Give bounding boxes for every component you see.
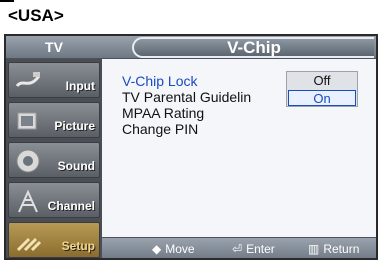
menu-title: V-Chip xyxy=(132,37,374,58)
menu-item-vchip-lock[interactable]: V-Chip Lock xyxy=(122,73,274,89)
sidebar-item-setup[interactable]: Setup xyxy=(8,222,100,258)
sidebar-item-label: Sound xyxy=(57,159,95,173)
speaker-icon xyxy=(16,149,40,173)
hint-move: ◆ Move xyxy=(152,242,195,256)
hint-label: Move xyxy=(165,242,195,256)
sidebar-item-channel[interactable]: Channel xyxy=(8,182,100,218)
hint-label: Return xyxy=(323,242,360,256)
sidebar-item-label: Setup xyxy=(61,239,95,253)
sidebar-item-input[interactable]: Input xyxy=(8,62,100,98)
vchip-lock-options: Off On xyxy=(286,71,358,107)
antenna-icon xyxy=(18,189,38,213)
vchip-menu-panel: V-Chip Lock TV Parental Guidelin MPAA Ra… xyxy=(102,59,376,237)
osd-window: TV V-Chip Input Picture Sound Channel Se… xyxy=(4,34,378,260)
menu-item-mpaa-rating[interactable]: MPAA Rating xyxy=(122,105,274,121)
region-label: <USA> xyxy=(8,6,64,25)
corner-mark xyxy=(0,0,14,2)
osd-header: TV V-Chip xyxy=(6,36,376,59)
menu-item-tv-parental-guidelines[interactable]: TV Parental Guidelin xyxy=(122,89,274,105)
input-cable-icon xyxy=(15,72,41,88)
sidebar-item-label: Channel xyxy=(47,199,95,213)
sidebar-item-label: Input xyxy=(65,79,95,93)
sidebar-item-label: Picture xyxy=(54,119,95,133)
option-off[interactable]: Off xyxy=(288,73,356,89)
hint-enter: ⏎ Enter xyxy=(232,242,275,256)
picture-tv-icon xyxy=(17,112,37,130)
setup-tools-icon xyxy=(16,237,41,252)
menu-item-change-pin[interactable]: Change PIN xyxy=(122,121,274,137)
option-on[interactable]: On xyxy=(288,90,356,106)
vchip-menu-list: V-Chip Lock TV Parental Guidelin MPAA Ra… xyxy=(122,73,274,137)
hint-label: Enter xyxy=(246,242,275,256)
sidebar-item-picture[interactable]: Picture xyxy=(8,102,100,138)
source-tab: TV xyxy=(45,39,63,55)
return-icon: ▥ xyxy=(308,242,320,256)
hint-bar: ◆ Move ⏎ Enter ▥ Return xyxy=(102,237,376,258)
menu-item-label: TV Parental Guidelin xyxy=(122,89,252,105)
enter-icon: ⏎ xyxy=(232,242,243,256)
sidebar-item-sound[interactable]: Sound xyxy=(8,142,100,178)
main-menu-sidebar: Input Picture Sound Channel Setup xyxy=(6,59,102,258)
hint-return: ▥ Return xyxy=(308,242,359,256)
move-icon: ◆ xyxy=(152,242,162,256)
